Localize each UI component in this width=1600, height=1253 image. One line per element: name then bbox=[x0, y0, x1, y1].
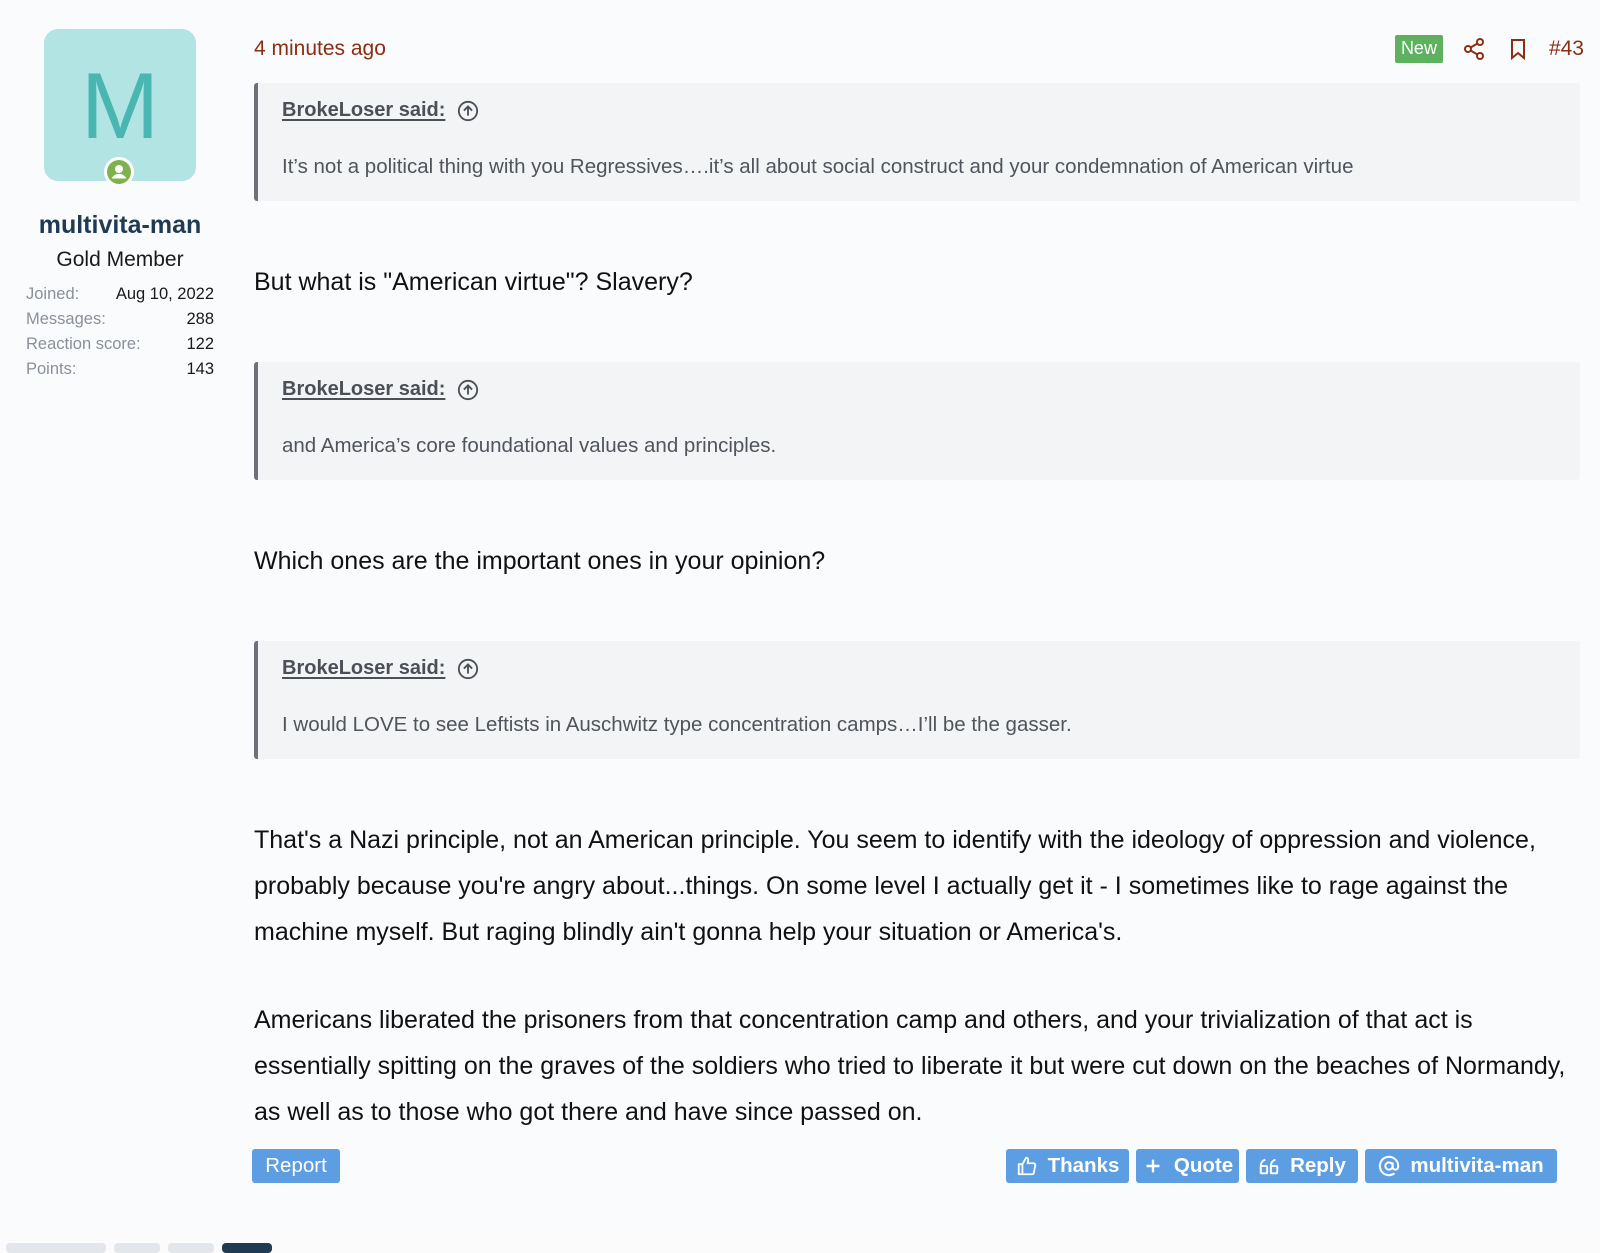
quote-button[interactable]: Quote bbox=[1136, 1149, 1239, 1183]
stat-points: Points: 143 bbox=[26, 357, 214, 382]
quote-marks-icon bbox=[1258, 1155, 1280, 1177]
quote-block: BrokeLoser said: It’s not a political th… bbox=[254, 83, 1580, 201]
new-badge: New bbox=[1394, 35, 1443, 63]
user-stats: Joined: Aug 10, 2022 Messages: 288 React… bbox=[26, 282, 214, 382]
quote-block: BrokeLoser said: and America’s core foun… bbox=[254, 362, 1580, 480]
thumbs-up-icon bbox=[1016, 1155, 1038, 1177]
at-icon bbox=[1378, 1155, 1400, 1177]
stat-label: Reaction score: bbox=[26, 335, 141, 353]
reply-text: Americans liberated the prisoners from t… bbox=[254, 1006, 1566, 1126]
arrow-up-circle-icon[interactable] bbox=[457, 379, 479, 401]
stat-value: 122 bbox=[186, 335, 214, 353]
bottom-control-stub[interactable] bbox=[6, 1243, 106, 1253]
stat-messages: Messages: 288 bbox=[26, 307, 214, 332]
quote-text: and America’s core foundational values a… bbox=[282, 434, 777, 457]
stat-label: Messages: bbox=[26, 310, 106, 328]
mention-label: multivita-man bbox=[1410, 1154, 1544, 1177]
stat-value[interactable]: 288 bbox=[186, 307, 214, 332]
quote-text: It’s not a political thing with you Regr… bbox=[282, 155, 1354, 178]
post-footer: Report Thanks Quote Reply multivita-man bbox=[252, 1149, 1582, 1183]
arrow-up-circle-icon[interactable] bbox=[457, 658, 479, 680]
report-button[interactable]: Report bbox=[252, 1149, 340, 1183]
stat-reaction-score: Reaction score: 122 bbox=[26, 332, 214, 357]
reply-label: Reply bbox=[1290, 1154, 1346, 1177]
reply-text: That's a Nazi principle, not an American… bbox=[254, 826, 1536, 946]
quote-text: I would LOVE to see Leftists in Auschwit… bbox=[282, 713, 1072, 736]
bottom-control-stub[interactable] bbox=[168, 1243, 214, 1253]
quote-author-link[interactable]: BrokeLoser said: bbox=[282, 99, 445, 122]
online-user-icon bbox=[104, 157, 134, 187]
post-date[interactable]: 4 minutes ago bbox=[254, 37, 386, 61]
quote-author-link[interactable]: BrokeLoser said: bbox=[282, 378, 445, 401]
reply-text: Which ones are the important ones in you… bbox=[254, 547, 826, 575]
thanks-label: Thanks bbox=[1047, 1154, 1120, 1177]
quote-author-link[interactable]: BrokeLoser said: bbox=[282, 657, 445, 680]
bottom-control-stub[interactable] bbox=[114, 1243, 160, 1253]
arrow-up-circle-icon[interactable] bbox=[457, 100, 479, 122]
quote-label: Quote bbox=[1173, 1154, 1234, 1177]
quote-block: BrokeLoser said: I would LOVE to see Lef… bbox=[254, 641, 1580, 759]
message-post: M multivita-man Gold Member Joined: Aug … bbox=[0, 0, 1600, 1225]
mention-button[interactable]: multivita-man bbox=[1365, 1149, 1557, 1183]
thanks-button[interactable]: Thanks bbox=[1006, 1149, 1129, 1183]
share-icon[interactable] bbox=[1461, 36, 1487, 62]
reply-text: But what is "American virtue"? Slavery? bbox=[254, 268, 693, 296]
report-label: Report bbox=[265, 1154, 327, 1177]
bookmark-icon[interactable] bbox=[1505, 36, 1531, 62]
post-header-actions: New #43 bbox=[1394, 34, 1584, 64]
stat-label: Joined: bbox=[26, 285, 80, 303]
user-title: Gold Member bbox=[56, 248, 184, 271]
stat-value: Aug 10, 2022 bbox=[115, 285, 214, 303]
post-number[interactable]: #43 bbox=[1549, 37, 1584, 61]
stat-joined: Joined: Aug 10, 2022 bbox=[26, 282, 214, 307]
username[interactable]: multivita-man bbox=[20, 211, 220, 240]
plus-icon bbox=[1142, 1155, 1164, 1177]
bottom-control-stub[interactable] bbox=[222, 1243, 272, 1253]
avatar-letter: M bbox=[80, 53, 160, 158]
reply-button[interactable]: Reply bbox=[1246, 1149, 1358, 1183]
stat-label: Points: bbox=[26, 360, 77, 378]
stat-value[interactable]: 143 bbox=[186, 357, 214, 382]
